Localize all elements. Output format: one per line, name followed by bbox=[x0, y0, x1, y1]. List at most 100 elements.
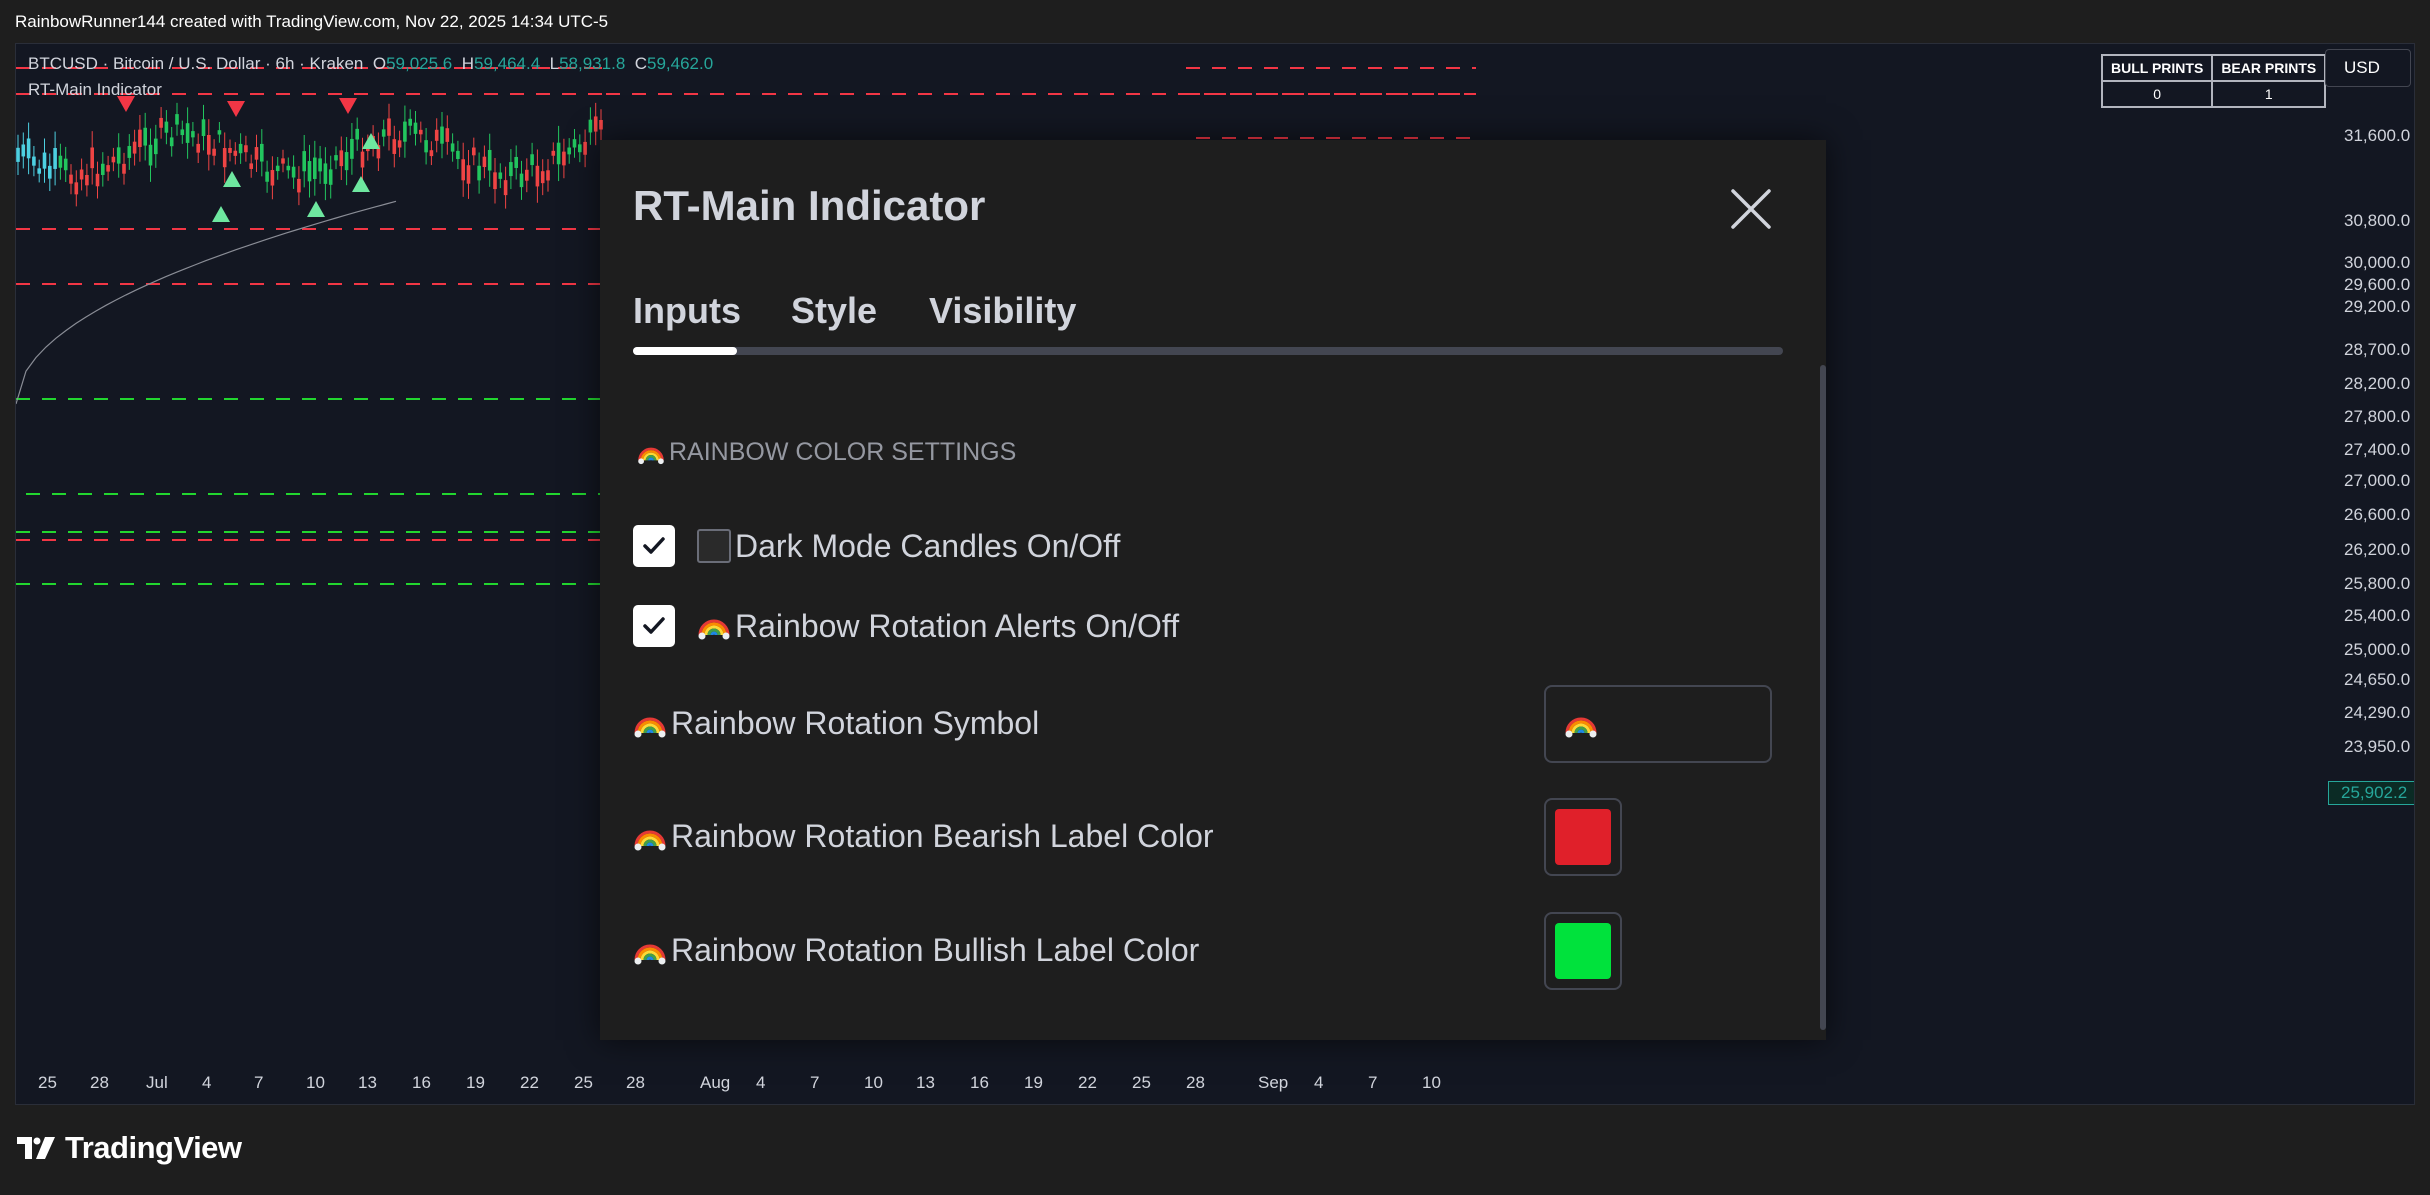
candle-body bbox=[21, 144, 26, 157]
bearish-color-row: Rainbow Rotation Bearish Label Color bbox=[633, 818, 1214, 855]
candle-body bbox=[424, 140, 428, 153]
alerts-checkbox[interactable] bbox=[633, 605, 675, 647]
time-tick-label: Aug bbox=[700, 1073, 731, 1092]
time-tick-label: 7 bbox=[810, 1073, 820, 1092]
candle-body bbox=[450, 143, 455, 152]
price-tick-label: 30,800.0 bbox=[2344, 211, 2411, 230]
symbol-input[interactable] bbox=[1544, 685, 1772, 763]
price-tick-label: 27,000.0 bbox=[2344, 471, 2411, 490]
candle-body bbox=[191, 131, 195, 138]
price-tick-label: 31,600.0 bbox=[2344, 126, 2411, 145]
candle-body bbox=[238, 143, 243, 154]
candle-body bbox=[472, 147, 476, 156]
candle-body bbox=[185, 123, 190, 143]
price-tick-label: 24,290.0 bbox=[2344, 703, 2411, 722]
time-axis[interactable]: 25 28 Jul 4 7 10 13 16 19 22 25 28 Aug 4 7 10 13 16 19 22 25… bbox=[16, 1064, 2326, 1104]
time-tick-label: 13 bbox=[916, 1073, 935, 1092]
dialog-scrollbar[interactable] bbox=[1820, 365, 1826, 1030]
time-tick-label: 25 bbox=[1132, 1073, 1151, 1092]
candle-body bbox=[217, 130, 222, 135]
candle-body bbox=[498, 172, 503, 179]
bullish-color-picker[interactable] bbox=[1544, 912, 1622, 990]
candle-body bbox=[307, 161, 312, 182]
time-tick-label: 28 bbox=[626, 1073, 645, 1092]
candle-body bbox=[286, 165, 291, 171]
bull-signal-icon bbox=[362, 133, 380, 149]
candle-body bbox=[360, 151, 365, 168]
candle-body bbox=[392, 139, 397, 154]
chart-caption: RainbowRunner144 created with TradingVie… bbox=[15, 12, 609, 31]
bearish-color-label: Rainbow Rotation Bearish Label Color bbox=[671, 818, 1214, 854]
candle-body bbox=[16, 147, 20, 162]
candle-body bbox=[275, 165, 280, 172]
candle-body bbox=[281, 158, 285, 164]
candle-body bbox=[323, 163, 328, 184]
low-value: 58,931.8 bbox=[559, 54, 626, 73]
bear-prints-value: 1 bbox=[2211, 80, 2327, 108]
price-tick-label: 25,400.0 bbox=[2344, 606, 2411, 625]
candle-body bbox=[403, 121, 407, 142]
symbol-name: BTCUSD · Bitcoin / U.S. Dollar · 6h · Kr… bbox=[28, 54, 364, 73]
candle-body bbox=[53, 148, 57, 169]
candle-body bbox=[477, 165, 481, 181]
time-tick-label: Sep bbox=[1258, 1073, 1289, 1092]
active-tab-indicator bbox=[633, 347, 737, 355]
price-axis[interactable]: 23,950.0 24,290.0 24,650.0 25,000.0 25,400.0… bbox=[2326, 44, 2414, 1104]
bull-signal-icon bbox=[307, 201, 325, 217]
bull-prints-header: BULL PRINTS bbox=[2100, 54, 2214, 82]
alerts-label: Rainbow Rotation Alerts On/Off bbox=[735, 607, 1180, 644]
candle-body bbox=[58, 155, 63, 168]
bearish-color-picker[interactable] bbox=[1544, 798, 1622, 876]
candle-body bbox=[313, 157, 317, 179]
time-tick-label: 13 bbox=[358, 1073, 377, 1092]
candle-body bbox=[387, 118, 391, 136]
candle-body bbox=[578, 144, 582, 153]
candle-body bbox=[212, 148, 216, 156]
price-tick-label: 29,200.0 bbox=[2344, 297, 2411, 316]
time-tick-label: 7 bbox=[1368, 1073, 1378, 1092]
candle-body bbox=[201, 119, 206, 137]
bullish-color-label: Rainbow Rotation Bullish Label Color bbox=[671, 932, 1200, 968]
candle-body bbox=[328, 169, 333, 185]
time-tick-label: 10 bbox=[864, 1073, 883, 1092]
candle-body bbox=[429, 150, 434, 157]
tab-style[interactable]: Style bbox=[791, 290, 877, 332]
candle-body bbox=[419, 129, 423, 135]
time-tick-label: 4 bbox=[1314, 1073, 1324, 1092]
candle-body bbox=[132, 141, 137, 154]
price-tick-label: 27,800.0 bbox=[2344, 407, 2411, 426]
moving-average-line bbox=[16, 200, 397, 405]
candle-body bbox=[138, 129, 142, 148]
rainbow-icon bbox=[1564, 717, 1598, 739]
candle-body bbox=[106, 165, 110, 172]
candle-body bbox=[228, 147, 232, 153]
candle-body bbox=[408, 118, 412, 126]
time-tick-label: 4 bbox=[202, 1073, 212, 1092]
candle-body bbox=[254, 147, 259, 160]
candle-body bbox=[48, 165, 52, 179]
dark-mode-checkbox[interactable] bbox=[633, 525, 675, 567]
open-value: 59,025.6 bbox=[386, 54, 453, 73]
candle-body bbox=[509, 162, 513, 177]
candle-body bbox=[434, 129, 439, 141]
price-tick-label: 29,600.0 bbox=[2344, 275, 2411, 294]
price-tick-label: 28,700.0 bbox=[2344, 340, 2411, 359]
tradingview-brand[interactable]: TradingView bbox=[17, 1130, 242, 1166]
candle-body bbox=[482, 156, 487, 168]
time-tick-label: 28 bbox=[90, 1073, 109, 1092]
rainbow-icon bbox=[633, 830, 667, 852]
tab-inputs[interactable]: Inputs bbox=[633, 290, 741, 332]
candle-body bbox=[164, 121, 169, 133]
close-button[interactable] bbox=[1725, 183, 1777, 235]
indicator-legend[interactable]: RT-Main Indicator bbox=[28, 80, 162, 100]
bull-prints-value: 0 bbox=[2100, 80, 2214, 108]
bearish-color-swatch bbox=[1555, 809, 1611, 865]
candle-body bbox=[355, 128, 359, 140]
candle-body bbox=[588, 119, 593, 133]
candle-body bbox=[599, 120, 603, 130]
bear-prints-header: BEAR PRINTS bbox=[2211, 54, 2327, 82]
tab-visibility[interactable]: Visibility bbox=[929, 290, 1076, 332]
high-label: H bbox=[461, 54, 474, 73]
candle-body bbox=[127, 146, 132, 158]
candle-body bbox=[540, 171, 545, 184]
